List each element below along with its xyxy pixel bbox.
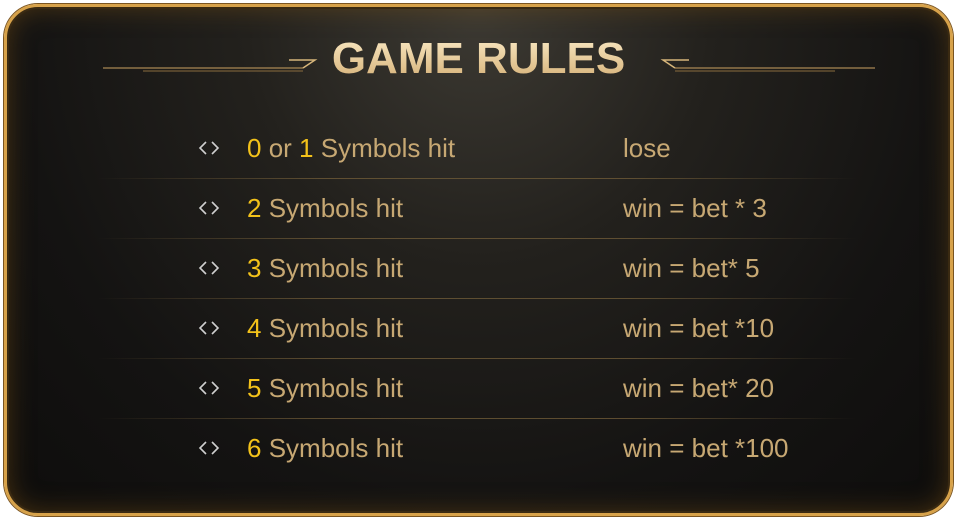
page-title: GAME RULES xyxy=(332,29,625,89)
rule-row: 2 Symbols hit win = bet * 3 xyxy=(7,179,950,239)
rule-condition: 5 Symbols hit xyxy=(247,359,403,417)
rule-text: Symbols hit xyxy=(261,193,404,223)
rule-hit-count: 2 xyxy=(247,193,262,223)
rule-result: win = bet *100 xyxy=(623,433,789,463)
rule-result: win = bet* 5 xyxy=(623,253,760,283)
diamond-bullet-icon xyxy=(198,201,220,215)
rule-text: Symbols hit xyxy=(261,253,404,283)
rule-hit-count: 0 xyxy=(247,133,262,163)
diamond-bullet-icon xyxy=(198,261,220,275)
rule-row: 6 Symbols hit win = bet *100 xyxy=(7,419,950,479)
diamond-bullet-icon xyxy=(198,441,220,455)
rule-condition: 3 Symbols hit xyxy=(247,239,403,297)
rule-text: Symbols hit xyxy=(261,373,404,403)
rule-hit-count: 4 xyxy=(247,313,262,343)
rule-row: 0 or 1 Symbols hit lose xyxy=(7,119,950,179)
rule-text: Symbols hit xyxy=(261,433,404,463)
rule-result: lose xyxy=(623,133,671,163)
rule-row: 5 Symbols hit win = bet* 20 xyxy=(7,359,950,419)
diamond-bullet-icon xyxy=(198,381,220,395)
rule-condition: 0 or 1 Symbols hit xyxy=(247,119,455,177)
rule-condition: 6 Symbols hit xyxy=(247,419,403,477)
rule-condition: 2 Symbols hit xyxy=(247,179,403,237)
diamond-bullet-icon xyxy=(198,141,220,155)
diamond-bullet-icon xyxy=(198,321,220,335)
game-rules-panel: GAME RULES 0 or 1 Symbols hit lose 2 Sym… xyxy=(4,4,953,516)
rule-joiner: or xyxy=(261,133,300,163)
title-ornament-right xyxy=(660,59,875,72)
rule-condition: 4 Symbols hit xyxy=(247,299,403,357)
rule-hit-count-alt: 1 xyxy=(299,133,314,163)
rule-hit-count: 5 xyxy=(247,373,262,403)
rule-hit-count: 3 xyxy=(247,253,262,283)
rule-result: win = bet* 20 xyxy=(623,373,775,403)
rule-row: 4 Symbols hit win = bet *10 xyxy=(7,299,950,359)
rule-hit-count: 6 xyxy=(247,433,262,463)
rule-row: 3 Symbols hit win = bet* 5 xyxy=(7,239,950,299)
rule-result: win = bet * 3 xyxy=(623,193,767,223)
rule-text: Symbols hit xyxy=(313,133,456,163)
rule-result: win = bet *10 xyxy=(623,313,775,343)
rule-text: Symbols hit xyxy=(261,313,404,343)
